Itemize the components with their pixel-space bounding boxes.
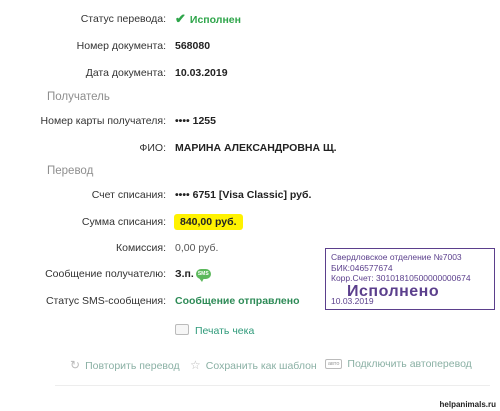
star-icon: ☆ (190, 358, 201, 372)
status-label: Статус перевода: (80, 13, 166, 25)
commission-value: 0,00 руб. (175, 242, 219, 254)
sms-status-label: Статус SMS-сообщения: (45, 295, 166, 307)
repeat-icon: ↻ (70, 358, 81, 372)
avto-badge-icon: авто (325, 359, 343, 369)
repeat-transfer-button[interactable]: ↻ Повторить перевод (70, 358, 180, 372)
doc-number-value: 568080 (175, 40, 211, 52)
transfer-section-title: Перевод (47, 165, 94, 177)
account-label: Счет списания: (91, 189, 166, 201)
card-row: Номер карты получателя: •••• 1255 (0, 113, 500, 129)
doc-date-label: Дата документа: (85, 67, 166, 79)
status-value: ✔ Исполнен (175, 11, 241, 28)
sms-status-value: Сообщение отправлено (175, 295, 300, 307)
stamp-corr-account: Корр.Счет: 30101810500000000674 (331, 273, 471, 283)
stamp-date: 10.03.2019 (331, 295, 374, 306)
sms-bubble-icon: SMS (195, 269, 211, 282)
check-icon: ✔ (175, 11, 186, 26)
autopay-button[interactable]: авто Подключить автоперевод (325, 358, 472, 370)
amount-value: 840,00 руб. (174, 214, 243, 230)
printer-icon (175, 324, 189, 335)
message-value: З.п. (175, 268, 194, 280)
divider (55, 385, 490, 386)
name-row: ФИО: МАРИНА АЛЕКСАНДРОВНА Щ. (0, 140, 500, 156)
card-value: •••• 1255 (175, 115, 216, 127)
autopay-label: Подключить автоперевод (347, 358, 472, 370)
name-value: МАРИНА АЛЕКСАНДРОВНА Щ. (175, 142, 337, 154)
recipient-section-title: Получатель (47, 91, 110, 103)
doc-date-value: 10.03.2019 (175, 67, 228, 79)
message-value-wrap: З.п. SMS (175, 266, 211, 282)
bank-stamp: Свердловское отделение №7003 БИК:0465776… (325, 248, 495, 310)
message-label: Сообщение получателю: (45, 268, 166, 280)
save-template-label: Сохранить как шаблон (205, 360, 317, 372)
commission-label: Комиссия: (115, 242, 166, 254)
amount-row: Сумма списания: 840,00 руб. (0, 214, 500, 230)
save-template-button[interactable]: ☆ Сохранить как шаблон (190, 358, 317, 372)
name-label: ФИО: (139, 142, 166, 154)
amount-value-wrap: 840,00 руб. (174, 214, 243, 230)
print-receipt-label: Печать чека (195, 325, 255, 337)
account-value: •••• 6751 [Visa Classic] руб. (175, 189, 312, 201)
actions-bar: ↻ Повторить перевод ☆ Сохранить как шаблон… (0, 358, 500, 376)
doc-number-label: Номер документа: (76, 40, 166, 52)
doc-number-row: Номер документа: 568080 (0, 38, 500, 54)
print-receipt-link[interactable]: Печать чека (175, 324, 254, 337)
account-row: Счет списания: •••• 6751 [Visa Classic] … (0, 187, 500, 203)
watermark: helpanimals.ru (439, 400, 496, 409)
status-row: Статус перевода: ✔ Исполнен (0, 11, 500, 27)
card-label: Номер карты получателя: (40, 115, 166, 127)
stamp-bik: БИК:046577674 (331, 262, 393, 273)
stamp-branch: Свердловское отделение №7003 (331, 252, 462, 262)
status-text: Исполнен (189, 14, 241, 26)
repeat-transfer-label: Повторить перевод (85, 360, 180, 372)
amount-label: Сумма списания: (81, 216, 166, 228)
doc-date-row: Дата документа: 10.03.2019 (0, 65, 500, 81)
